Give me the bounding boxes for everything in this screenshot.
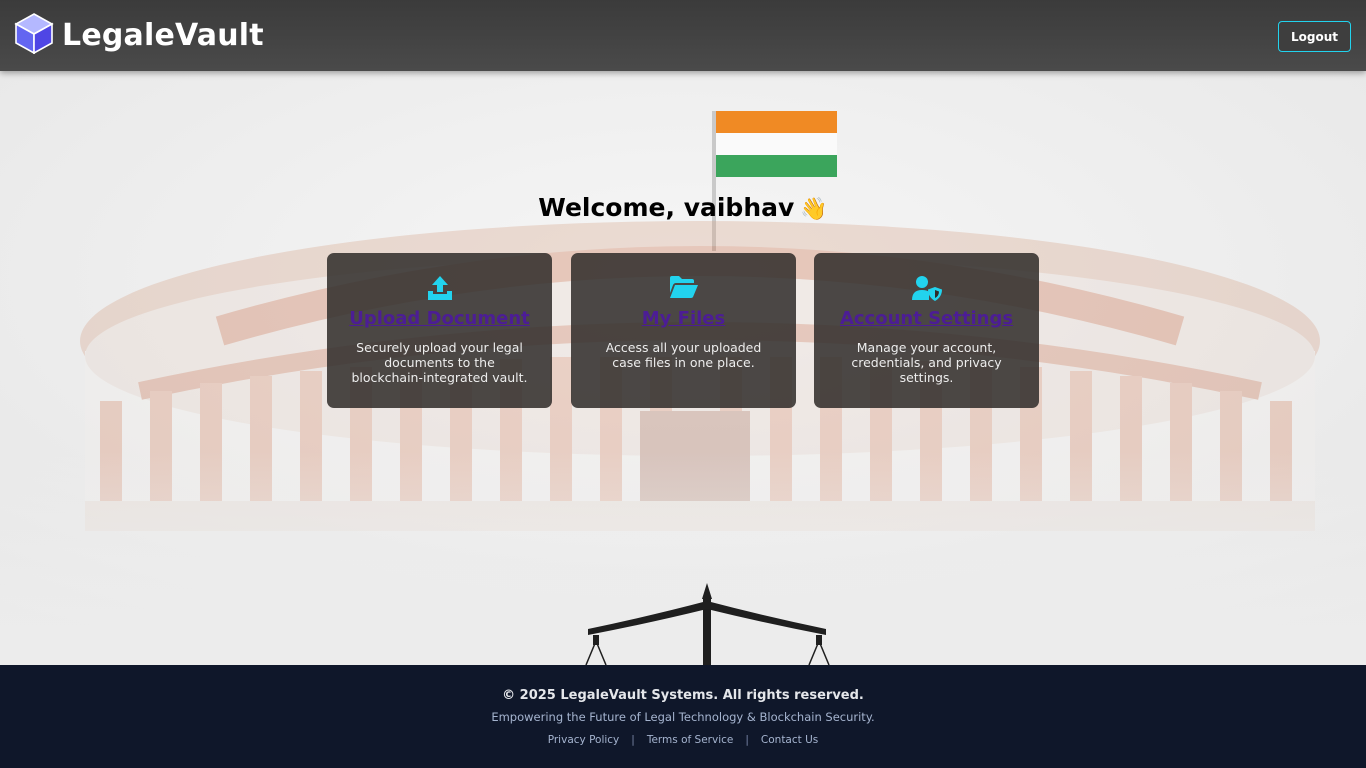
logout-button[interactable]: Logout	[1278, 21, 1351, 52]
account-settings-link[interactable]: Account Settings	[814, 308, 1039, 329]
waving-hand-icon: 👋	[800, 197, 828, 222]
card-upload-document[interactable]: Upload Document Securely upload your leg…	[327, 253, 552, 408]
card-account-settings[interactable]: Account Settings Manage your account, cr…	[814, 253, 1039, 408]
top-navbar: LegaleVault Logout	[0, 0, 1366, 71]
footer-links: Privacy Policy | Terms of Service | Cont…	[0, 734, 1366, 746]
my-files-link[interactable]: My Files	[571, 308, 796, 329]
contact-us-link[interactable]: Contact Us	[761, 734, 818, 746]
cube-icon	[14, 12, 54, 58]
user-shield-icon	[814, 275, 1039, 303]
brand-home-link[interactable]: LegaleVault	[14, 12, 264, 58]
account-settings-description: Manage your account, credentials, and pr…	[851, 340, 1002, 385]
card-my-files[interactable]: My Files Access all your uploaded case f…	[571, 253, 796, 408]
welcome-text: Welcome, vaibhav	[538, 193, 795, 222]
footer: © 2025 LegaleVault Systems. All rights r…	[0, 665, 1366, 768]
folder-open-icon	[571, 275, 796, 303]
footer-tagline: Empowering the Future of Legal Technolog…	[491, 710, 875, 724]
footer-separator: |	[745, 734, 749, 746]
upload-document-link[interactable]: Upload Document	[327, 308, 552, 329]
upload-icon	[327, 275, 552, 303]
brand-title: LegaleVault	[62, 17, 264, 53]
my-files-description: Access all your uploaded case files in o…	[605, 340, 762, 370]
footer-copyright: © 2025 LegaleVault Systems. All rights r…	[502, 688, 864, 703]
privacy-policy-link[interactable]: Privacy Policy	[548, 734, 620, 746]
footer-separator: |	[631, 734, 635, 746]
welcome-heading: Welcome, vaibhav 👋	[0, 193, 1366, 222]
upload-document-description: Securely upload your legal documents to …	[351, 340, 528, 385]
terms-of-service-link[interactable]: Terms of Service	[647, 734, 734, 746]
